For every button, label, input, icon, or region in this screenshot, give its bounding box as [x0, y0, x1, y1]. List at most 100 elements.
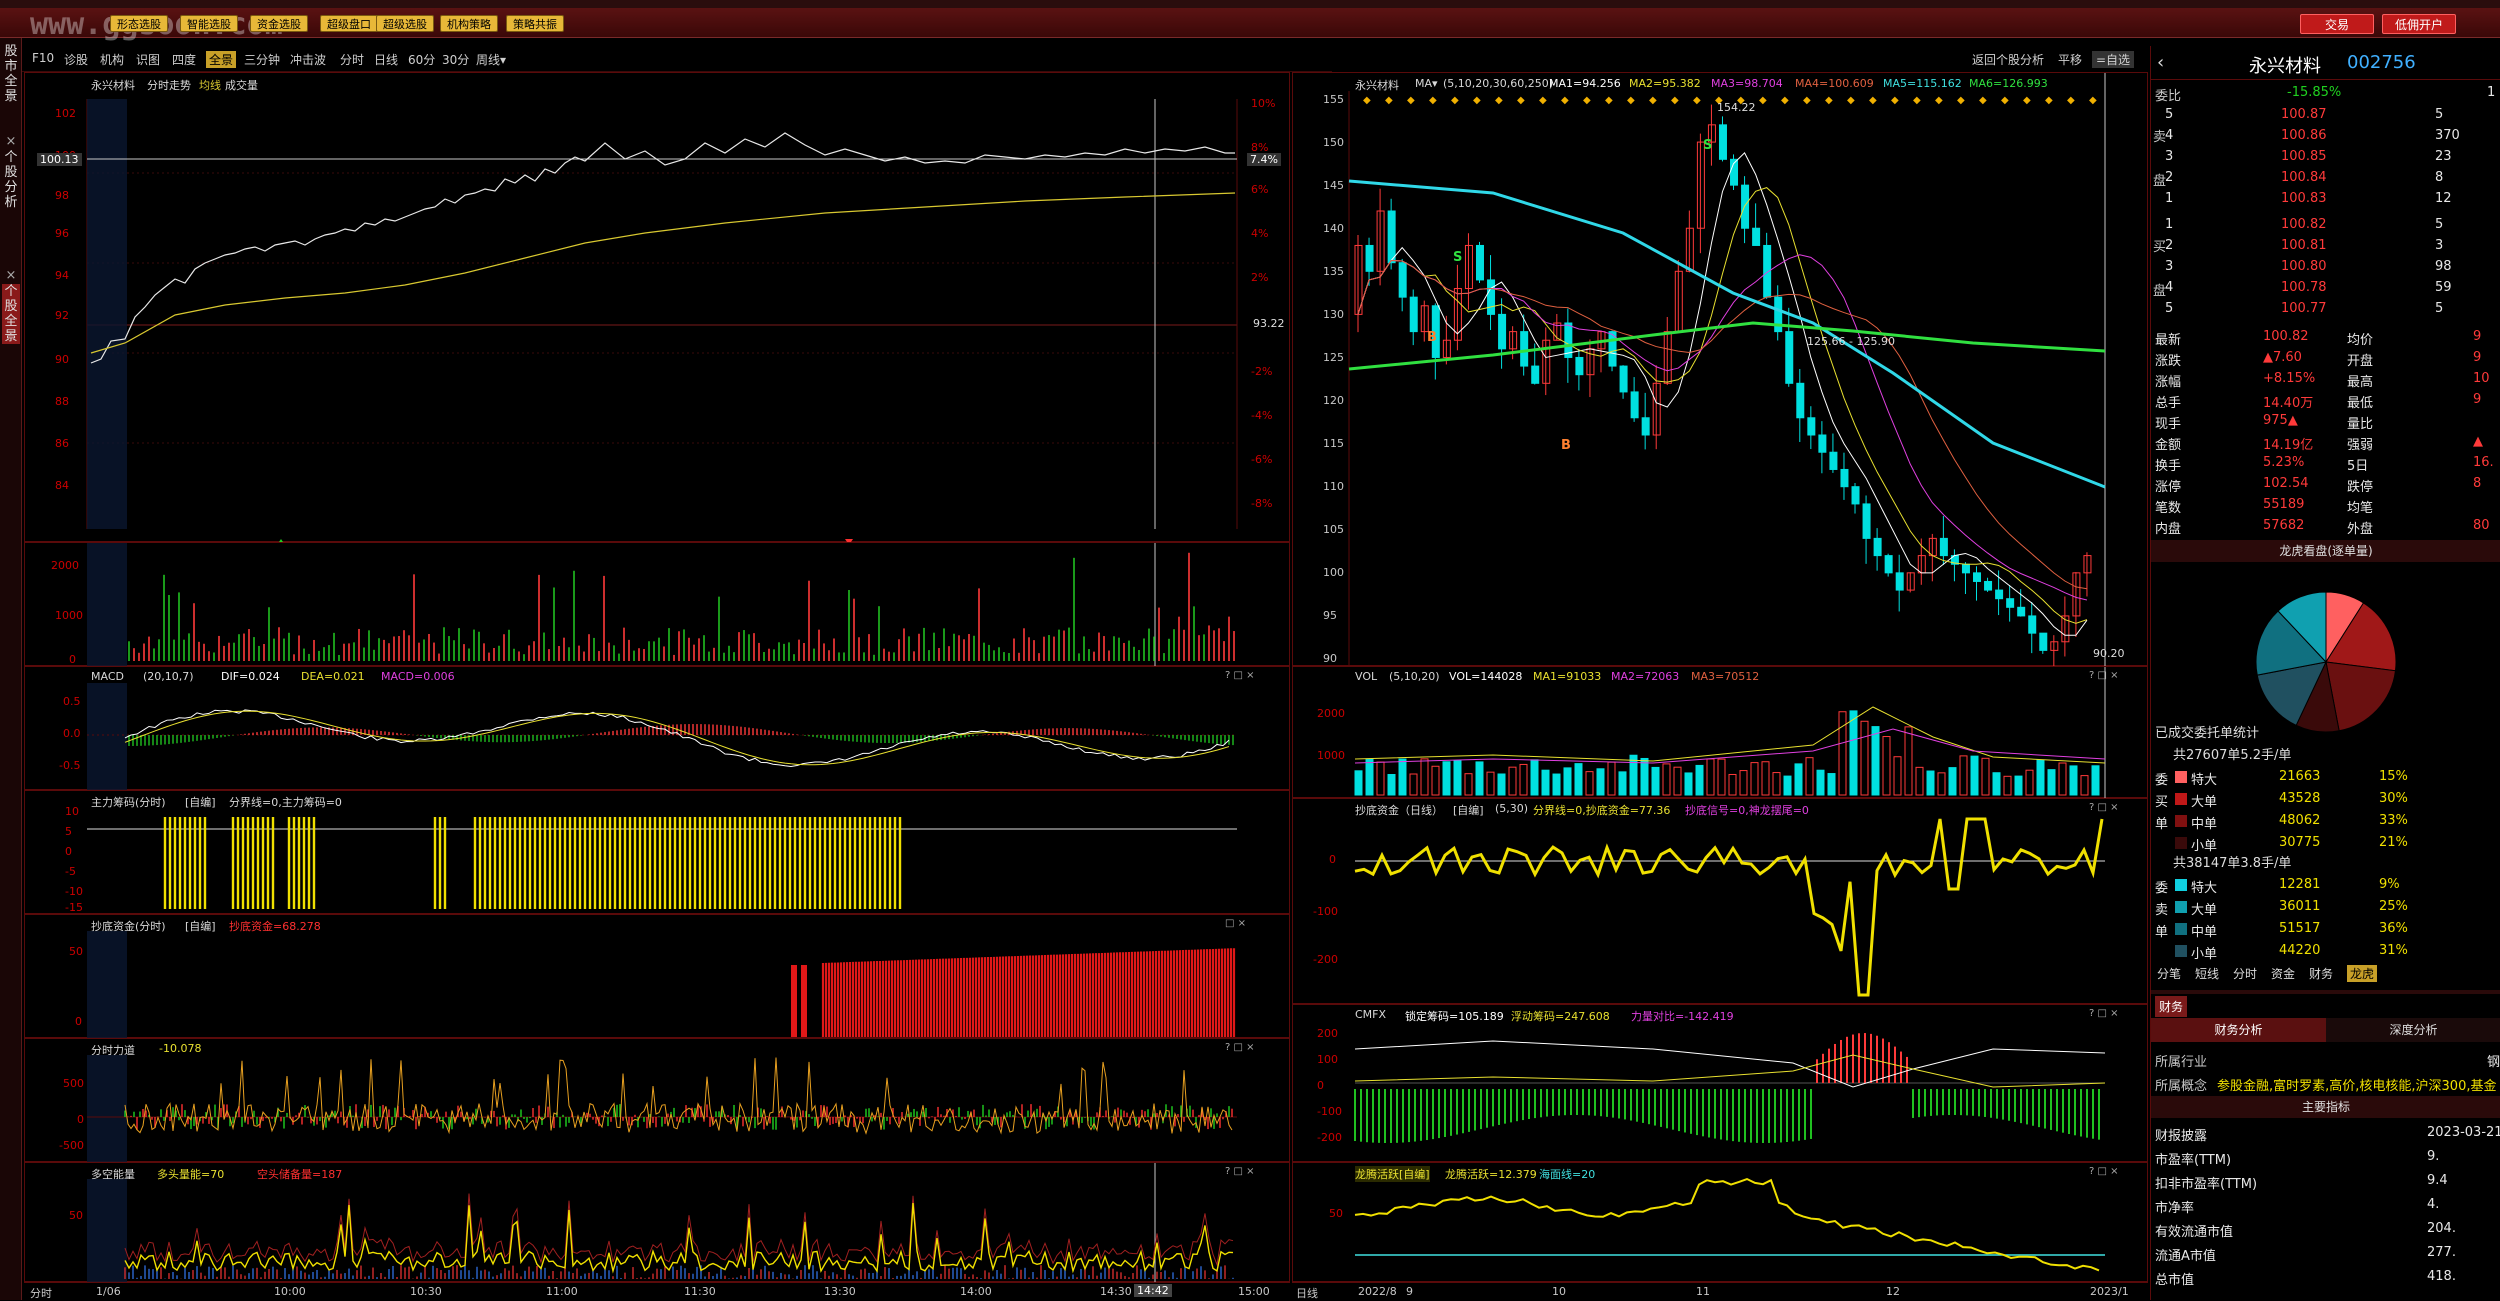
nav-institution[interactable]: 机构 [100, 51, 124, 68]
dvol-bar [1497, 773, 1506, 796]
panel-controls[interactable]: ? □ × [1225, 670, 1255, 681]
kline-candle [1741, 184, 1750, 229]
tool-btn-6[interactable]: 策略共振 [506, 15, 564, 32]
quote-tab-3[interactable]: 资金 [2271, 965, 2295, 982]
tool-btn-4[interactable]: 超级选股 [376, 15, 434, 32]
trade-button[interactable]: 交易 [2300, 14, 2374, 34]
fin-tab[interactable]: 财务 [2155, 996, 2188, 1017]
nav-four[interactable]: 四度 [172, 51, 196, 68]
kline-candle [1884, 555, 1893, 574]
stat-cell: 金额 [2155, 438, 2182, 453]
tool-btn-0[interactable]: 形态选股 [110, 15, 168, 32]
book-cell: 5 [2435, 301, 2444, 316]
panel-controls[interactable]: ? □ × [2089, 670, 2119, 681]
panel-controls[interactable]: ? □ × [1225, 1042, 1255, 1053]
tool-btn-5[interactable]: 机构策略 [440, 15, 498, 32]
book-cell: 100.82 [2281, 217, 2327, 232]
kline-candle [1851, 486, 1860, 505]
deep-analysis-tab[interactable]: 深度分析 [2326, 1018, 2500, 1042]
dvol-ma2 [1354, 728, 2106, 764]
ma60-line [1348, 179, 2106, 489]
nav-three-min[interactable]: 三分钟 [244, 51, 280, 68]
pan-button[interactable]: 平移 [2058, 51, 2082, 68]
daily-vol-chart [1354, 667, 2106, 799]
panel-controls[interactable]: ? □ × [2089, 1008, 2119, 1019]
fin-row: 财报披露 2023-03-21 [2151, 1122, 2500, 1144]
nav-60min[interactable]: 60分 [408, 51, 435, 68]
panel-controls[interactable]: ? □ × [2089, 1166, 2119, 1177]
quote-tab-2[interactable]: 分时 [2233, 965, 2257, 982]
tool-btn-2[interactable]: 资金选股 [250, 15, 308, 32]
watchlist-select[interactable]: =自选 [2092, 51, 2135, 68]
kline-candle [1475, 244, 1484, 281]
stat-cell: 14.40万 [2263, 396, 2314, 411]
dvol-bar [1607, 761, 1616, 796]
open-account-button[interactable]: 低佣开户 [2382, 14, 2456, 34]
book-cell: 2 [2165, 238, 2174, 253]
signal-diamond-icon: ◆ [1561, 95, 1569, 106]
panel-controls[interactable]: ? □ × [2089, 802, 2119, 813]
legend-swatch [2175, 879, 2187, 891]
tool-btn-1[interactable]: 智能选股 [180, 15, 238, 32]
tool-btn-3[interactable]: 超级盘口 [320, 15, 378, 32]
ask-row-4: 4 100.86 370 [2151, 125, 2500, 147]
quote-tab-4[interactable]: 财务 [2309, 965, 2333, 982]
quote-tab-0[interactable]: 分笔 [2157, 965, 2181, 982]
lt-label-0: 50 [1329, 1207, 1343, 1220]
dprice-tick-12: 95 [1323, 609, 1337, 622]
quote-tab-5[interactable]: 龙虎 [2347, 965, 2378, 982]
book-cell: 5 [2165, 301, 2174, 316]
ma-line [1357, 260, 2088, 590]
signal-diamond-icon: ◆ [1363, 95, 1371, 106]
nav-daily[interactable]: 日线 [374, 51, 398, 68]
bid-row-2: 2 100.81 3 [2151, 235, 2500, 257]
current-price-tag: 100.13 [37, 153, 82, 166]
nav-weekly[interactable]: 周线▾ [476, 51, 506, 68]
order-cell: 21% [2379, 835, 2408, 850]
side-tab-stock-overview[interactable]: 个股全景 [2, 284, 20, 344]
close-icon[interactable]: × [2, 134, 20, 149]
intraday-macd-chart [87, 683, 1237, 791]
nav-pattern[interactable]: 识图 [136, 51, 160, 68]
side-tab-stock-analysis[interactable]: 个股分析 [2, 150, 20, 210]
stat-cell: 跌停 [2347, 480, 2374, 495]
dvol-bar [1992, 772, 2001, 796]
nav-diagnose[interactable]: 诊股 [64, 51, 88, 68]
order-row: 小单 44220 31% [2151, 940, 2500, 962]
fin-cell: 277. [2427, 1245, 2456, 1260]
dvol-bar [1871, 726, 1880, 796]
pct-tick-2: 6% [1251, 183, 1269, 196]
back-arrow-icon[interactable]: ‹ [2157, 52, 2164, 73]
panel-controls[interactable]: ? □ × [1225, 1166, 1255, 1177]
nav-30min[interactable]: 30分 [442, 51, 469, 68]
signal-diamond-icon: ◆ [1847, 95, 1855, 106]
ask-row-5: 5 100.87 5 [2151, 104, 2500, 126]
back-to-analysis[interactable]: 返回个股分析 [1972, 51, 2044, 68]
close-icon[interactable]: × [2, 268, 20, 283]
macd-label-1: 0.0 [63, 727, 81, 740]
signal-diamond-icon: ◆ [1693, 95, 1701, 106]
fin-analysis-tab[interactable]: 财务分析 [2151, 1018, 2326, 1042]
bid-row-4: 4 100.78 59 [2151, 277, 2500, 299]
kline-candle [1984, 580, 1993, 591]
kline-candle [1487, 279, 1496, 315]
fin-cell: 9.4 [2427, 1173, 2448, 1188]
nav-timeshare[interactable]: 分时 [340, 51, 364, 68]
order-cell: 25% [2379, 899, 2408, 914]
dvol-label-1: 1000 [1317, 749, 1345, 762]
nav-overview[interactable]: 全景 [206, 51, 237, 68]
nav-impulse[interactable]: 冲击波 [290, 51, 326, 68]
dprice-tick-13: 90 [1323, 652, 1337, 665]
side-tab-market[interactable]: 股市全景 [2, 44, 20, 104]
stat-cell: 内盘 [2155, 522, 2182, 537]
avg-price-line [90, 192, 1236, 354]
nav-f10[interactable]: F10 [32, 51, 54, 65]
stat-cell: 102.54 [2263, 476, 2309, 491]
order-row: 卖 大单 36011 25% [2151, 896, 2500, 918]
dvol-bar [1585, 771, 1594, 796]
dvol-bar [1475, 761, 1484, 796]
quote-tab-1[interactable]: 短线 [2195, 965, 2219, 982]
kline-candle [1531, 365, 1540, 384]
ma250-line [1348, 321, 2106, 371]
panel-controls[interactable]: □ × [1225, 918, 1246, 929]
